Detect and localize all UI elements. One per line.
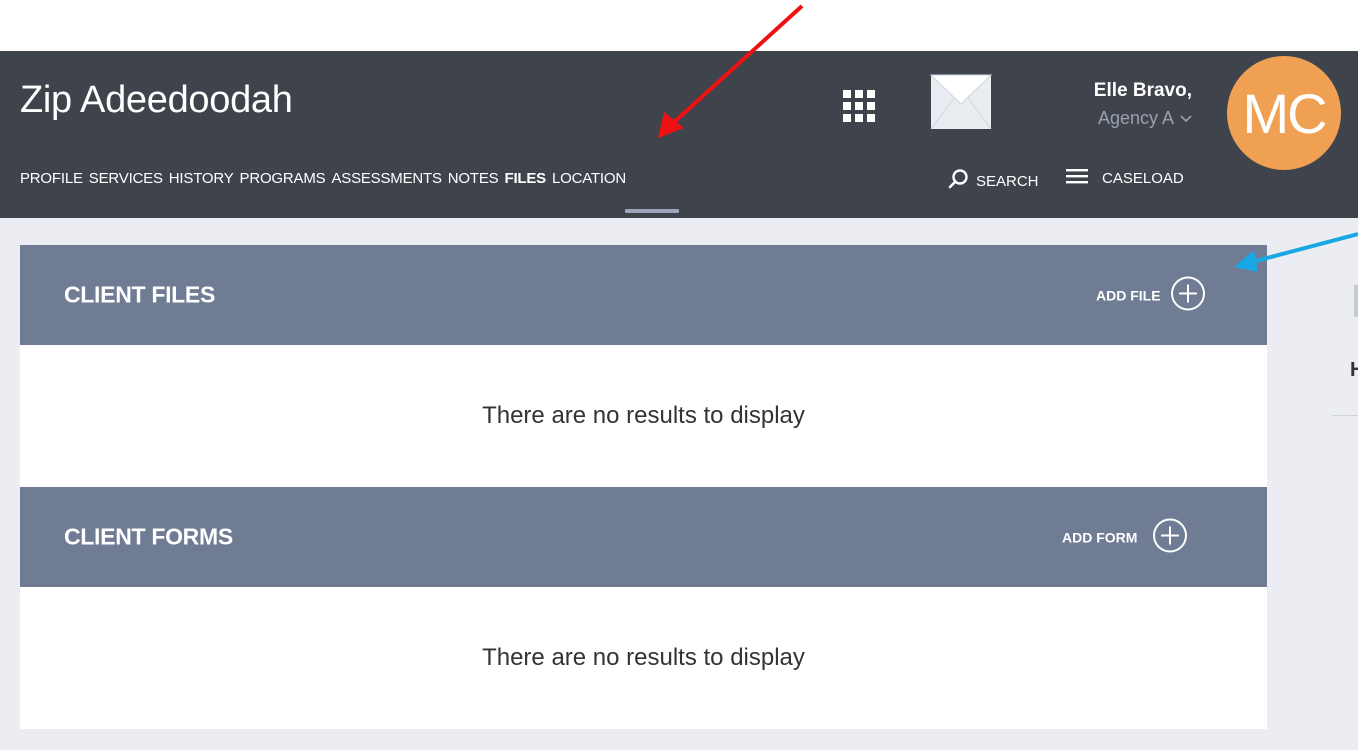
client-forms-title: CLIENT FORMS	[64, 523, 233, 550]
tab-notes[interactable]: NOTES	[448, 168, 505, 190]
client-forms-empty-message: There are no results to display	[482, 644, 805, 671]
agency-label: Agency A	[1097, 108, 1174, 128]
add-form-button[interactable]: ADD FORM	[1062, 517, 1189, 558]
client-files-header: CLIENT FILES ADD FILE	[20, 245, 1267, 345]
apps-grid-icon[interactable]	[841, 88, 877, 124]
client-forms-header: CLIENT FORMS ADD FORM	[20, 487, 1267, 587]
tab-location[interactable]: LOCATION	[552, 168, 632, 190]
user-name: Elle Bravo,	[1093, 80, 1192, 101]
tab-history[interactable]: HISTORY	[169, 168, 240, 190]
add-file-button[interactable]: ADD FILE	[1096, 275, 1207, 316]
caseload-button[interactable]: CASELOAD	[1066, 168, 1184, 188]
client-files-title: CLIENT FILES	[64, 281, 216, 308]
plus-circle-icon	[1151, 517, 1189, 558]
client-tabs: PROFILE SERVICES HISTORY PROGRAMS ASSESS…	[20, 168, 632, 190]
right-panel-fragment	[1354, 285, 1358, 317]
tab-profile[interactable]: PROFILE	[20, 168, 89, 190]
mail-icon[interactable]	[929, 74, 993, 130]
right-panel-partial-text: H	[1350, 359, 1358, 381]
search-label: SEARCH	[976, 172, 1039, 190]
right-panel-divider	[1332, 415, 1358, 416]
add-file-label: ADD FILE	[1096, 287, 1161, 303]
caseload-label: CASELOAD	[1102, 169, 1184, 187]
client-files-body: There are no results to display	[20, 345, 1267, 487]
tab-assessments[interactable]: ASSESSMENTS	[331, 168, 447, 190]
tab-programs[interactable]: PROGRAMS	[240, 168, 332, 190]
active-tab-indicator	[625, 209, 679, 213]
add-form-label: ADD FORM	[1062, 529, 1138, 545]
agency-selector[interactable]: Agency A	[1098, 108, 1192, 129]
client-files-empty-message: There are no results to display	[482, 402, 805, 429]
search-button[interactable]: SEARCH	[948, 168, 1039, 194]
menu-icon	[1066, 168, 1088, 188]
tab-files[interactable]: FILES	[504, 168, 552, 190]
search-icon	[948, 168, 970, 194]
avatar[interactable]: MC	[1227, 56, 1341, 170]
plus-circle-icon	[1169, 275, 1207, 316]
client-name: Zip Adeedoodah	[20, 79, 293, 121]
client-forms-body: There are no results to display	[20, 587, 1267, 729]
chevron-down-icon	[1180, 111, 1192, 126]
tab-services[interactable]: SERVICES	[89, 168, 169, 190]
